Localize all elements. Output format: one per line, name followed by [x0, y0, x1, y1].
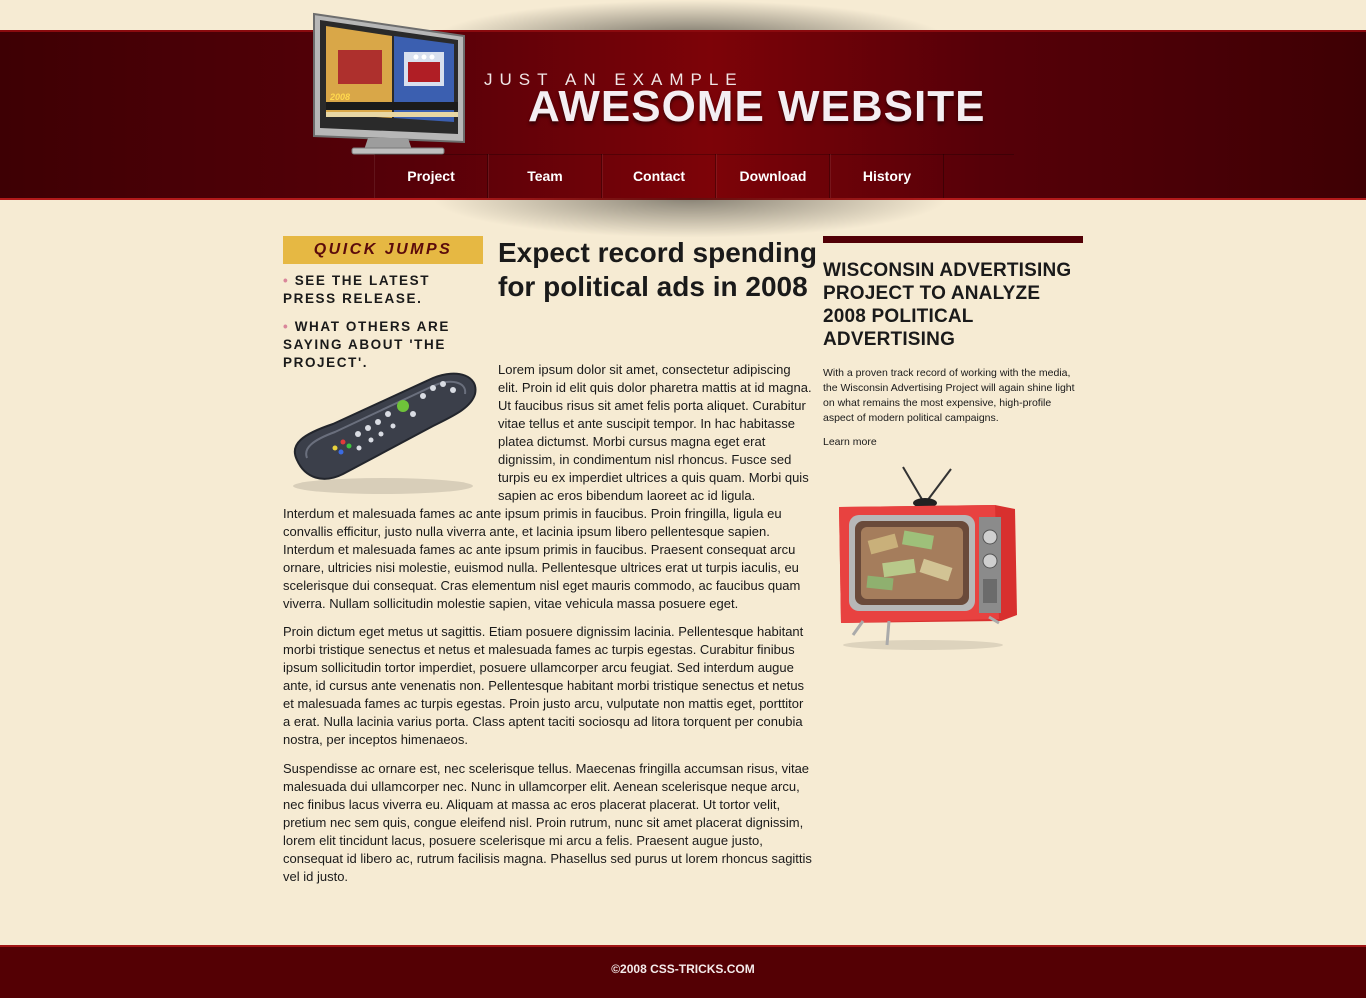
bullet-icon: • — [283, 319, 295, 334]
aside-top-bar — [823, 236, 1083, 243]
nav-item-project[interactable]: Project — [374, 154, 488, 198]
nav-item-download[interactable]: Download — [716, 154, 830, 198]
quick-jump-label[interactable]: WHAT OTHERS ARE SAYING ABOUT 'THE PROJEC… — [283, 319, 450, 370]
nav-item-contact[interactable]: Contact — [602, 154, 716, 198]
main-nav: Project Team Contact Download History — [374, 154, 944, 198]
nav-item-history[interactable]: History — [830, 154, 944, 198]
article-paragraph: Lorem ipsum dolor sit amet, consectetur … — [498, 362, 812, 503]
logo-caption: 2008 — [329, 92, 350, 102]
bullet-icon: • — [283, 273, 295, 288]
footer-copyright: ©2008 CSS-TRICKS.COM — [611, 962, 755, 976]
nav-item-team[interactable]: Team — [488, 154, 602, 198]
article-title: Expect record spending for political ads… — [498, 237, 817, 302]
quick-jumps-heading: QUICK JUMPS — [283, 236, 483, 264]
article-paragraph: Suspendisse ac ornare est, nec scelerisq… — [283, 761, 812, 884]
retro-tv-image — [839, 466, 1017, 650]
remote-control-image — [293, 372, 477, 494]
header-shadow-bottom — [430, 198, 950, 238]
aside-text: With a proven track record of working wi… — [823, 367, 1075, 424]
article-paragraph: Interdum et malesuada fames ac ante ipsu… — [283, 506, 801, 611]
learn-more-link[interactable]: Learn more — [823, 436, 877, 448]
site-title: AWESOME WEBSITE — [528, 82, 986, 131]
footer: ©2008 CSS-TRICKS.COM — [0, 945, 1366, 998]
quick-jump-link[interactable]: • SEE THE LATEST PRESS RELEASE. — [283, 272, 483, 308]
quick-jump-label[interactable]: SEE THE LATEST PRESS RELEASE. — [283, 273, 430, 306]
aside-title: WISCONSIN ADVERTISING PROJECT TO ANALYZE… — [823, 260, 1072, 350]
article-paragraph: Proin dictum eget metus ut sagittis. Eti… — [283, 624, 805, 747]
tv-logo-image[interactable]: 2008 — [308, 10, 468, 158]
